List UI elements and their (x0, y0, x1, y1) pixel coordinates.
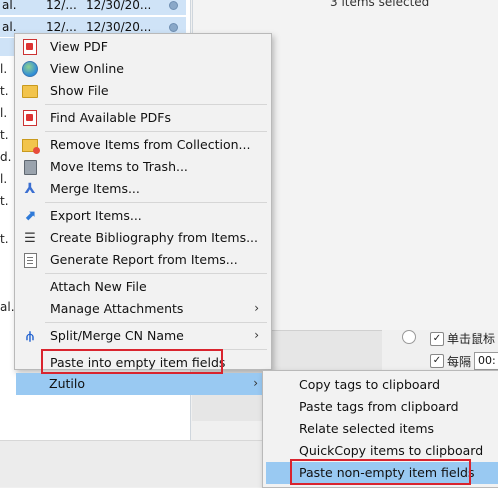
collection-remove-icon (22, 137, 40, 154)
menu-item-attach-new-file[interactable]: Attach New File (17, 276, 269, 298)
chevron-right-icon: › (254, 328, 259, 342)
checkbox-interval-label: 每隔 (447, 355, 472, 369)
menu-separator (45, 202, 267, 203)
menu-item-label: Remove Items from Collection... (50, 137, 251, 152)
menu-item-find-available-pdfs[interactable]: Find Available PDFs (17, 107, 269, 129)
submenu-item-copy-tags[interactable]: Copy tags to clipboard (266, 374, 498, 396)
report-icon (22, 252, 38, 268)
menu-item-zutilo[interactable]: Zutilo › (16, 373, 268, 395)
row-stub: t. (0, 128, 9, 142)
menu-item-generate-report[interactable]: Generate Report from Items... (17, 249, 269, 271)
menu-item-manage-attachments[interactable]: Manage Attachments › (17, 298, 269, 320)
menu-item-create-bibliography[interactable]: ☰ Create Bibliography from Items... (17, 227, 269, 249)
interval-time-input[interactable]: 00: (474, 352, 498, 370)
menu-item-remove-from-collection[interactable]: Remove Items from Collection... (17, 134, 269, 156)
merge-icon: ⅄ (24, 181, 36, 197)
row-stub: l. (0, 62, 8, 76)
menu-item-move-to-trash[interactable]: Move Items to Trash... (17, 156, 269, 178)
menu-item-label: Generate Report from Items... (50, 252, 238, 267)
row-stub: l. (0, 172, 8, 186)
folder-icon (22, 83, 38, 99)
menu-item-label: Show File (50, 83, 109, 98)
row-stub: t. (0, 232, 9, 246)
chevron-right-icon: › (253, 376, 258, 390)
submenu-item-paste-tags[interactable]: Paste tags from clipboard (266, 396, 498, 418)
menu-item-split-merge-cn-name[interactable]: ⫛ Split/Merge CN Name › (17, 325, 269, 347)
row-stub: al. (0, 300, 15, 314)
globe-icon (22, 61, 38, 77)
checkbox-interval[interactable]: ✓ (430, 354, 444, 368)
row-attachment-dot-icon (166, 0, 180, 10)
menu-item-label: Relate selected items (299, 421, 435, 436)
row-stub: t. (0, 84, 9, 98)
menu-item-merge-items[interactable]: ⅄ Merge Items... (17, 178, 269, 200)
menu-item-label: Move Items to Trash... (50, 159, 188, 174)
menu-item-label: Split/Merge CN Name (50, 328, 184, 343)
chevron-right-icon: › (254, 301, 259, 315)
row-modified-cell: 12/30/20... (86, 20, 152, 34)
export-icon: ⬈ (24, 208, 36, 224)
row-stub: t. (0, 194, 9, 208)
menu-separator (45, 131, 267, 132)
row-date-cell: 12/... (46, 20, 77, 34)
menu-item-view-pdf[interactable]: View PDF (17, 36, 269, 58)
menu-item-label: Attach New File (50, 279, 147, 294)
checkbox-click-label: 单击鼠标 (447, 332, 496, 346)
menu-item-label: Copy tags to clipboard (299, 377, 441, 392)
checkbox-click[interactable]: ✓ (430, 332, 444, 346)
row-attachment-dot-icon (166, 22, 180, 32)
menu-item-label: View Online (50, 61, 124, 76)
row-stub: l. (0, 106, 8, 120)
menu-item-export-items[interactable]: ⬈ Export Items... (17, 205, 269, 227)
menu-item-label: Export Items... (50, 208, 142, 223)
submenu-item-relate-selected[interactable]: Relate selected items (266, 418, 498, 440)
radio-button[interactable] (402, 330, 416, 344)
trash-icon (22, 159, 38, 175)
menu-item-label: QuickCopy items to clipboard (299, 443, 484, 458)
annotation-box (41, 349, 223, 374)
row-modified-cell: 12/30/20... (86, 0, 152, 12)
menu-item-label: View PDF (50, 39, 108, 54)
selection-count-text: 3 items selected (330, 0, 430, 9)
row-creator-cell: al. (2, 20, 17, 34)
annotation-box (290, 459, 471, 485)
menu-item-label: Manage Attachments (50, 301, 184, 316)
row-stub: d. (0, 150, 12, 164)
table-row[interactable]: al. 12/... 12/30/20... (0, 0, 186, 15)
menu-separator (45, 104, 267, 105)
item-context-menu: View PDF View Online Show File Find Avai… (14, 33, 272, 370)
menu-separator (45, 273, 267, 274)
menu-item-view-online[interactable]: View Online (17, 58, 269, 80)
menu-item-label: Zutilo (49, 376, 85, 391)
list-icon: ☰ (24, 230, 36, 246)
menu-item-label: Merge Items... (50, 181, 140, 196)
row-date-cell: 12/... (46, 0, 77, 12)
menu-item-show-file[interactable]: Show File (17, 80, 269, 102)
split-icon: ⫛ (26, 328, 34, 344)
pdf-icon (22, 110, 38, 126)
pdf-icon (22, 39, 38, 55)
menu-item-label: Create Bibliography from Items... (50, 230, 258, 245)
menu-separator (45, 322, 267, 323)
menu-item-label: Find Available PDFs (50, 110, 172, 125)
row-creator-cell: al. (2, 0, 17, 12)
menu-item-label: Paste tags from clipboard (299, 399, 459, 414)
